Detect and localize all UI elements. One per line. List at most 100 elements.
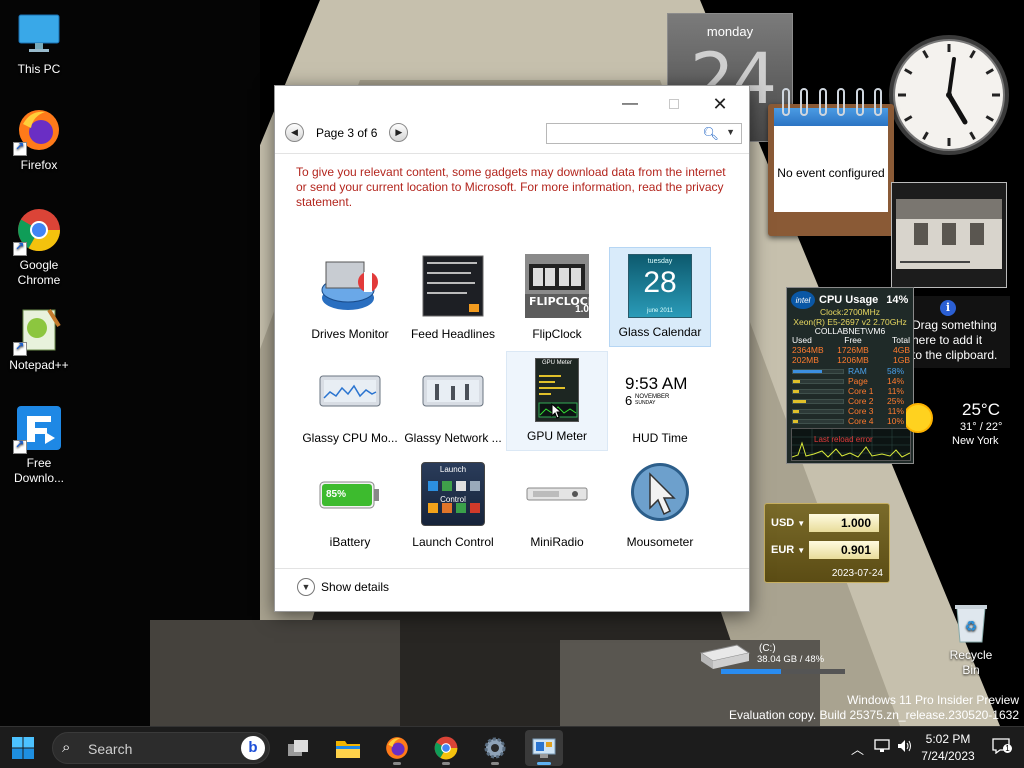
weather-gadget[interactable]: 25°C 31° / 22° New York	[906, 394, 1018, 454]
glass-calendar-weekday: tuesday	[647, 258, 673, 265]
gadget-tile-drives-monitor[interactable]: Drives Monitor	[299, 248, 401, 348]
desktop-icon-chrome[interactable]: Google Chrome	[1, 206, 77, 288]
close-button[interactable]: ✕	[697, 90, 743, 118]
desktop-icon-notepad-plus-plus[interactable]: Notepad++	[1, 306, 77, 373]
notification-center-button[interactable]: 1	[992, 738, 1012, 757]
memory-table: Used Free Total 2364MB 1726MB 4GB 202MB …	[792, 335, 910, 365]
launch-title: Launch	[439, 465, 467, 474]
shortcut-arrow-icon	[13, 340, 27, 356]
slideshow-gadget[interactable]	[891, 182, 1007, 288]
gadget-gallery-window[interactable]: — ✕ ◀ Page 3 of 6 ▶ 🔍︎ ▼ To give you rel…	[274, 85, 750, 612]
drive-gadget[interactable]: (C:) 38.04 GB / 48%	[697, 633, 849, 675]
show-hidden-icons-button[interactable]: ︿	[851, 739, 864, 758]
gadget-search-box[interactable]: 🔍︎ ▼	[546, 123, 742, 144]
gadget-tile-label: Glass Calendar	[618, 325, 702, 339]
weather-city: New York	[952, 435, 999, 447]
clipboard-gadget[interactable]: i Drag something here to add it to the c…	[906, 296, 1010, 368]
show-details-toggle[interactable]: ▼ Show details	[297, 578, 389, 596]
taskbar-search-box[interactable]: ⌕ Search b	[52, 732, 270, 764]
taskbar-settings[interactable]	[476, 730, 514, 766]
chrome-icon	[434, 736, 458, 760]
desktop-icon-firefox[interactable]: Firefox	[1, 106, 77, 173]
cpu-meter-value: 10%	[886, 416, 904, 426]
clock-gadget[interactable]	[886, 32, 1012, 158]
binder-ring-icon	[873, 88, 882, 116]
binder-ring-icon	[837, 88, 846, 116]
drives-monitor-icon	[318, 254, 382, 318]
currency-value: 1.000	[809, 514, 879, 532]
clipboard-text-line: here to add it	[912, 333, 983, 347]
folder-icon	[336, 741, 360, 758]
graph-error-label: Last reload error	[814, 435, 873, 444]
slideshow-image	[896, 199, 1002, 269]
cpu-meter-value: 11%	[887, 406, 904, 416]
privacy-notice[interactable]: To give you relevant content, some gadge…	[296, 165, 726, 210]
previous-page-button[interactable]: ◀	[285, 123, 304, 142]
clock-date: 7/24/2023	[921, 749, 975, 763]
cpu-meter-fill	[793, 389, 799, 393]
weather-range: 31° / 22°	[960, 421, 1003, 433]
currency-code: EUR	[771, 544, 795, 556]
hard-drive-icon	[699, 644, 751, 669]
gadget-tile-label: HUD Time	[632, 431, 688, 445]
battery-icon: 85%	[318, 462, 382, 526]
gadget-tile-glassy-network[interactable]: Glassy Network ...	[402, 352, 504, 452]
maximize-button[interactable]	[651, 90, 697, 118]
notes-calendar-gadget[interactable]: No event configured	[768, 88, 894, 236]
bing-icon[interactable]: b	[241, 736, 265, 760]
start-button[interactable]	[4, 730, 42, 766]
gadget-tile-label: Feed Headlines	[410, 327, 496, 341]
gadget-tile-glassy-cpu-monitor[interactable]: Glassy CPU Mo...	[299, 352, 401, 452]
network-icon[interactable]	[874, 739, 890, 756]
glassy-cpu-monitor-icon	[318, 358, 382, 422]
gadget-tile-mousometer[interactable]: Mousometer	[609, 456, 711, 556]
minimize-button[interactable]: —	[607, 90, 653, 118]
flipclock-version: 1.0	[575, 304, 589, 315]
task-view-button[interactable]	[279, 730, 317, 766]
desktop-icon-this-pc[interactable]: This PC	[1, 10, 77, 77]
cpu-meter-track	[792, 418, 844, 424]
firefox-icon	[386, 737, 408, 759]
radio-icon	[525, 462, 589, 526]
cpu-meter-row: Core 1 11%	[792, 386, 910, 396]
gadget-tile-launch-control[interactable]: Launch Control Launch Control	[402, 456, 504, 556]
shortcut-arrow-icon	[13, 140, 27, 156]
taskbar-file-explorer[interactable]	[329, 730, 367, 766]
cpu-meter-name: Core 1	[848, 386, 874, 396]
shortcut-arrow-icon	[13, 438, 27, 454]
svg-text:♻: ♻	[965, 619, 978, 635]
gadget-tile-glass-calendar[interactable]: tuesday 28 june 2011 Glass Calendar	[609, 247, 711, 347]
cpu-meter-track	[792, 378, 844, 384]
cpu-usage-gadget[interactable]: intel CPU Usage 14% Clock:2700MHz Xeon(R…	[786, 287, 914, 464]
battery-level: 85%	[326, 489, 347, 500]
launch-subtitle: Control	[440, 495, 466, 504]
currency-row[interactable]: USD ▼ 1.000	[771, 514, 879, 532]
currency-code: USD	[771, 517, 795, 529]
minimize-icon: —	[622, 95, 638, 112]
gadget-tile-gpu-meter[interactable]: GPU Meter GPU Meter	[506, 351, 608, 451]
desktop-icon-recycle-bin[interactable]: ♻ Recycle Bin	[940, 602, 1002, 678]
currency-row[interactable]: EUR ▼ 0.901	[771, 541, 879, 559]
gadget-tile-flipclock[interactable]: FLIPCLOCK 1.0 FlipClock	[506, 248, 608, 348]
cpu-meter-name: Core 4	[848, 416, 874, 426]
gadget-tile-feed-headlines[interactable]: Feed Headlines	[402, 248, 504, 348]
maximize-icon	[669, 99, 679, 109]
gadget-tile-label: FlipClock	[532, 327, 582, 341]
chevron-down-icon[interactable]: ▼	[726, 127, 735, 137]
next-page-button[interactable]: ▶	[389, 123, 409, 142]
gadget-tile-hud-time[interactable]: 9:53 AM 6 NOVEMBER SUNDAY HUD Time	[609, 352, 711, 452]
gadget-tile-miniradio[interactable]: MiniRadio	[506, 456, 608, 556]
windows-logo-icon	[12, 737, 34, 759]
currency-gadget[interactable]: USD ▼ 1.000 EUR ▼ 0.901 2023-07-24	[764, 503, 890, 583]
gadget-tile-ibattery[interactable]: 85% iBattery	[299, 456, 401, 556]
taskbar-gadgets[interactable]	[525, 730, 563, 766]
cpu-meter-row: RAM 58%	[792, 366, 910, 376]
desktop-icon-free-download-manager[interactable]: Free Downlo...	[1, 404, 77, 486]
launch-control-icon: Launch Control	[421, 462, 485, 526]
search-icon[interactable]: 🔍︎	[702, 126, 719, 142]
taskbar-chrome[interactable]	[427, 730, 465, 766]
task-view-icon	[288, 740, 308, 756]
taskbar-firefox[interactable]	[378, 730, 416, 766]
search-input[interactable]	[547, 124, 707, 143]
taskbar-clock[interactable]: 5:02 PM 7/24/2023	[903, 731, 993, 765]
